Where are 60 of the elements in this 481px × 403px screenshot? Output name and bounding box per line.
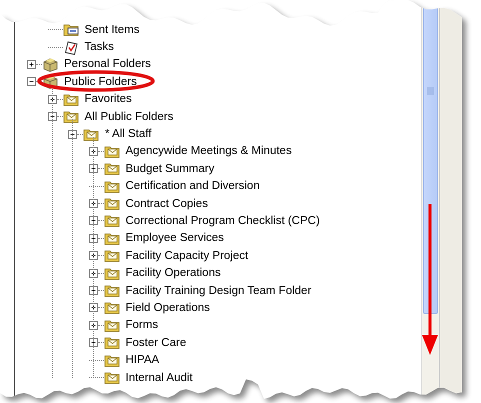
expand-icon[interactable] [48, 94, 56, 104]
folder-label[interactable]: Sent Items [84, 24, 140, 36]
folder-label[interactable]: Correctional Program Checklist (CPC) [124, 214, 321, 227]
mail-folder-icon [104, 266, 120, 281]
folder-label[interactable]: Facility Capacity Project [124, 250, 250, 262]
grip-icon [427, 87, 434, 95]
folder-label[interactable]: Field Operations [124, 302, 211, 314]
mail-folder-icon [104, 144, 120, 159]
folder-label[interactable]: Public Folders [63, 76, 138, 88]
mail-folder-icon [104, 213, 120, 228]
mail-folder-icon [62, 92, 80, 107]
mail-folder-icon [104, 248, 120, 264]
collapse-icon[interactable] [48, 112, 56, 122]
folder-label[interactable]: Employee Services [124, 232, 225, 244]
folder-label[interactable]: Facility Training Design Team Folder [124, 284, 312, 297]
expand-icon[interactable] [88, 164, 98, 174]
mail-folder-icon [104, 318, 120, 333]
mail-folder-icon [104, 300, 120, 316]
mail-folder-icon [104, 370, 120, 385]
expand-icon[interactable] [88, 268, 98, 278]
mail-folder-icon [104, 196, 120, 212]
folder-label[interactable]: Tasks [84, 41, 115, 54]
mail-folder-icon [62, 109, 80, 124]
expand-icon[interactable] [88, 199, 98, 208]
expand-icon[interactable] [88, 216, 98, 226]
mail-folder-icon [104, 335, 120, 350]
folder-label[interactable]: Foster Care [124, 336, 188, 349]
folder-label[interactable]: Agencywide Meetings & Minutes [124, 145, 293, 158]
folder-label[interactable]: All Public Folders [84, 110, 174, 123]
folder-label[interactable]: Facility Operations [124, 267, 222, 280]
folder-label[interactable]: Budget Summary [124, 162, 216, 175]
expand-icon[interactable] [88, 320, 98, 330]
collapse-icon[interactable] [27, 77, 36, 86]
folder-label[interactable]: Internal Audit [124, 372, 194, 384]
folder-label[interactable]: Personal Folders [63, 58, 152, 70]
collapse-icon[interactable] [68, 130, 77, 139]
clipboard-check-icon [62, 40, 80, 55]
folder-label[interactable]: * All Staff [104, 128, 152, 140]
mail-folder-icon [83, 126, 100, 142]
folder-label[interactable]: HIPAA [124, 354, 160, 366]
scroll-thumb[interactable] [423, 6, 438, 314]
mail-folder-icon [104, 230, 120, 246]
folder-label[interactable]: Contract Copies [124, 198, 209, 210]
expand-icon[interactable] [88, 286, 98, 296]
folder-label[interactable]: Favorites [84, 93, 133, 106]
expand-icon[interactable] [88, 251, 98, 260]
expand-icon[interactable] [88, 303, 98, 312]
mail-folder-icon [104, 161, 120, 176]
expand-icon[interactable] [88, 146, 98, 156]
expand-icon[interactable] [88, 234, 98, 243]
mail-folder-icon [104, 178, 120, 194]
expand-icon[interactable] [27, 60, 36, 69]
folder-label[interactable]: Certification and Diversion [124, 180, 261, 192]
folder-box-icon [42, 74, 59, 90]
folder-box-icon [42, 56, 59, 72]
folder-label[interactable]: Forms [124, 319, 160, 332]
sent-folder-icon [62, 22, 80, 38]
expand-icon[interactable] [88, 338, 98, 348]
mail-folder-icon [104, 352, 120, 368]
mail-folder-icon [104, 283, 120, 298]
